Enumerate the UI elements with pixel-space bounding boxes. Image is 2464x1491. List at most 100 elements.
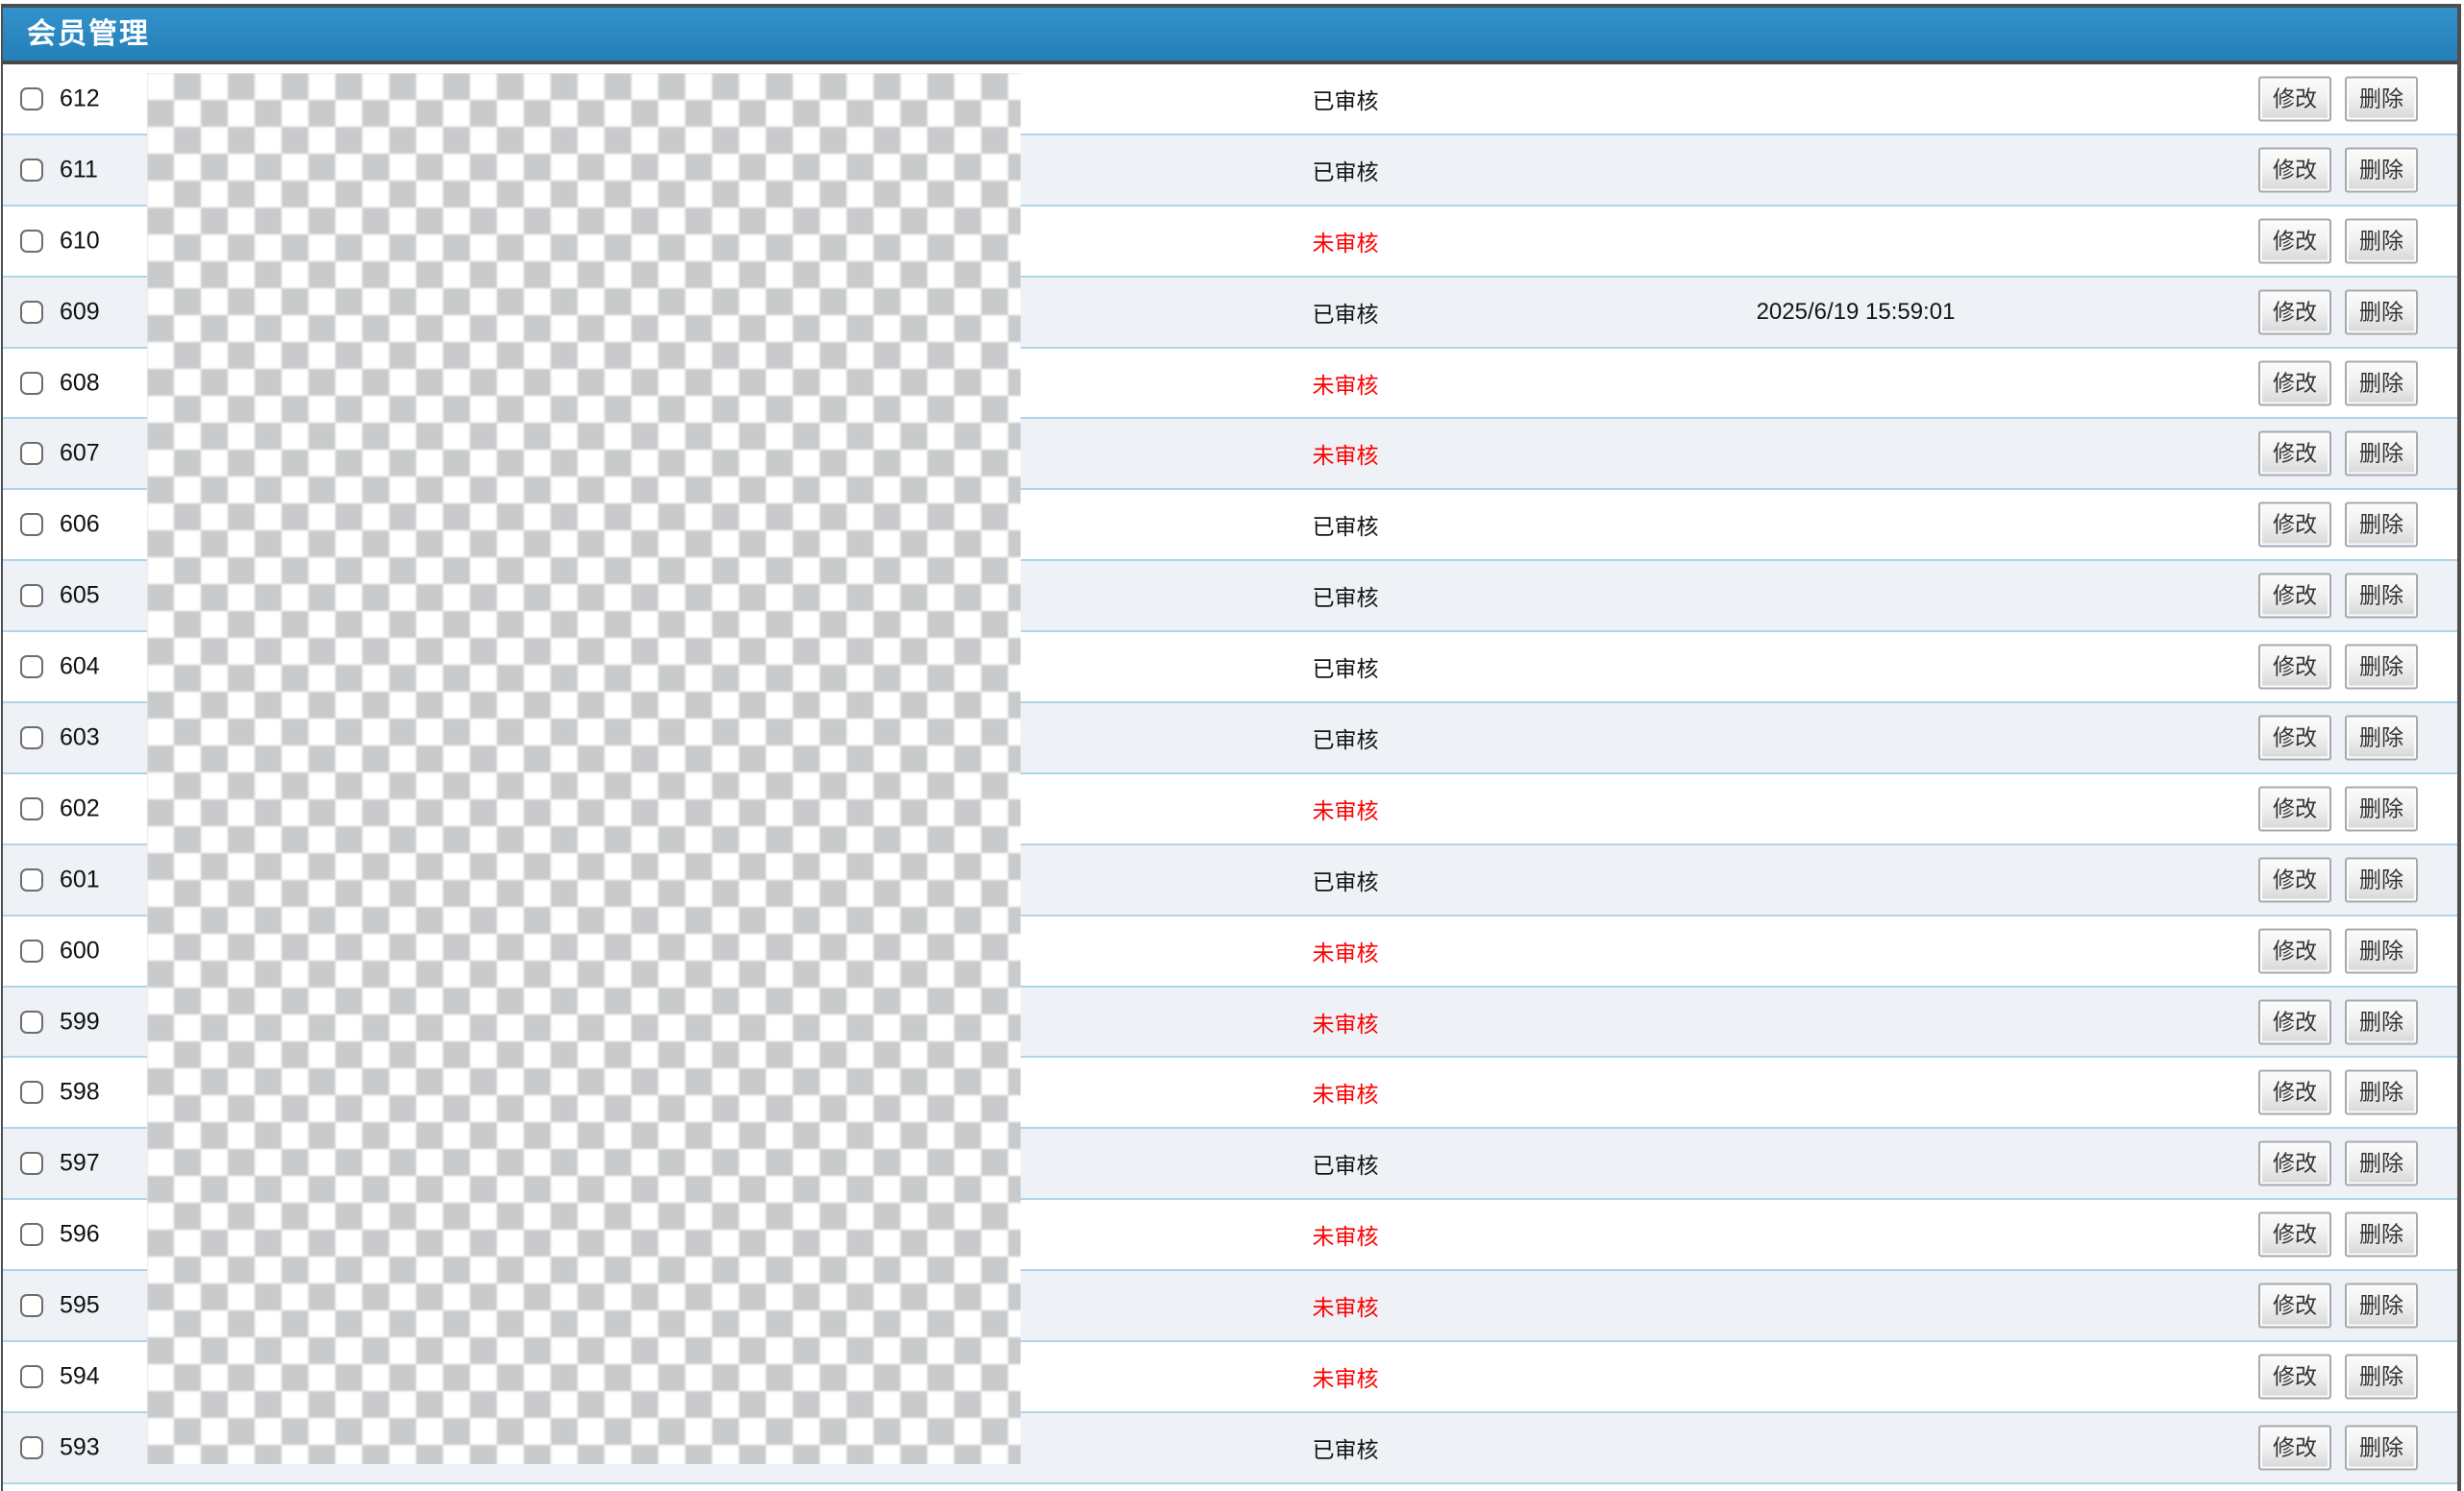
row-actions: 修改 删除 [2258,857,2418,902]
edit-button[interactable]: 修改 [2258,147,2331,192]
page-title: 会员管理 [3,8,150,61]
member-id: 605 [60,582,100,610]
edit-button[interactable]: 修改 [2258,76,2331,121]
audit-status-label: 已审核 [1278,1147,1413,1180]
row-actions: 修改 删除 [2258,786,2418,831]
row-actions: 修改 删除 [2258,1141,2418,1186]
delete-button[interactable]: 删除 [2345,218,2418,263]
panel-header: 会员管理 [3,8,2457,64]
row-checkbox[interactable] [20,159,43,182]
row-actions: 修改 删除 [2258,928,2418,973]
edit-button[interactable]: 修改 [2258,360,2331,405]
edit-button[interactable]: 修改 [2258,928,2331,973]
row-checkbox[interactable] [20,87,43,110]
edit-button[interactable]: 修改 [2258,715,2331,760]
member-id: 597 [60,1150,100,1178]
row-checkbox[interactable] [20,230,43,253]
row-checkbox[interactable] [20,726,43,749]
edit-button[interactable]: 修改 [2258,1070,2331,1115]
delete-button[interactable]: 删除 [2345,1283,2418,1329]
delete-button[interactable]: 删除 [2345,1141,2418,1186]
member-id: 594 [60,1362,100,1390]
member-id: 601 [60,866,100,893]
delete-button[interactable]: 删除 [2345,715,2418,760]
member-id: 599 [60,1008,100,1036]
row-actions: 修改 删除 [2258,1425,2418,1470]
member-id: 602 [60,794,100,822]
audit-status-label: 已审核 [1278,864,1413,896]
row-actions: 修改 删除 [2258,76,2418,121]
row-checkbox[interactable] [20,1223,43,1246]
edit-button[interactable]: 修改 [2258,289,2331,334]
delete-button[interactable]: 删除 [2345,574,2418,619]
row-checkbox[interactable] [20,301,43,324]
audit-status-label: 未审核 [1278,1360,1413,1393]
row-checkbox[interactable] [20,797,43,820]
member-id: 598 [60,1079,100,1107]
row-checkbox[interactable] [20,868,43,892]
row-actions: 修改 删除 [2258,1354,2418,1399]
delete-button[interactable]: 删除 [2345,786,2418,831]
audit-status-label: 未审核 [1278,935,1413,967]
delete-button[interactable]: 删除 [2345,76,2418,121]
row-checkbox[interactable] [20,372,43,395]
member-id: 611 [60,156,98,183]
edit-button[interactable]: 修改 [2258,218,2331,263]
edit-button[interactable]: 修改 [2258,1212,2331,1258]
edit-button[interactable]: 修改 [2258,645,2331,690]
edit-button[interactable]: 修改 [2258,1425,2331,1470]
delete-button[interactable]: 删除 [2345,502,2418,548]
audit-status-label: 未审核 [1278,1218,1413,1251]
audit-status-label: 未审核 [1278,225,1413,257]
delete-button[interactable]: 删除 [2345,1070,2418,1115]
edit-button[interactable]: 修改 [2258,1141,2331,1186]
row-checkbox[interactable] [20,1081,43,1104]
edit-button[interactable]: 修改 [2258,1283,2331,1329]
member-id: 600 [60,937,100,965]
row-checkbox[interactable] [20,1294,43,1317]
edit-button[interactable]: 修改 [2258,431,2331,477]
delete-button[interactable]: 删除 [2345,1212,2418,1258]
edit-button[interactable]: 修改 [2258,857,2331,902]
delete-button[interactable]: 删除 [2345,360,2418,405]
delete-button[interactable]: 删除 [2345,431,2418,477]
member-id: 607 [60,440,100,468]
member-id: 609 [60,298,100,326]
edit-button[interactable]: 修改 [2258,574,2331,619]
delete-button[interactable]: 删除 [2345,928,2418,973]
row-checkbox[interactable] [20,1152,43,1175]
audit-status-label: 未审核 [1278,437,1413,470]
row-actions: 修改 删除 [2258,1212,2418,1258]
row-checkbox[interactable] [20,442,43,465]
member-id: 603 [60,723,100,751]
row-checkbox[interactable] [20,584,43,607]
audit-status-label: 未审核 [1278,367,1413,400]
row-checkbox[interactable] [20,655,43,678]
edit-button[interactable]: 修改 [2258,999,2331,1044]
delete-button[interactable]: 删除 [2345,857,2418,902]
row-actions: 修改 删除 [2258,574,2418,619]
row-checkbox[interactable] [20,1365,43,1388]
member-id: 612 [60,85,100,112]
row-checkbox[interactable] [20,940,43,963]
delete-button[interactable]: 删除 [2345,1425,2418,1470]
edit-button[interactable]: 修改 [2258,786,2331,831]
row-actions: 修改 删除 [2258,999,2418,1044]
edit-button[interactable]: 修改 [2258,502,2331,548]
delete-button[interactable]: 删除 [2345,289,2418,334]
delete-button[interactable]: 删除 [2345,1354,2418,1399]
row-checkbox[interactable] [20,1436,43,1459]
row-checkbox[interactable] [20,1011,43,1034]
row-actions: 修改 删除 [2258,1283,2418,1329]
member-id: 596 [60,1221,100,1249]
delete-button[interactable]: 删除 [2345,645,2418,690]
audit-status-label: 已审核 [1278,721,1413,754]
member-management-panel: 会员管理 612 已审核 修改 删除 611 已审核 修改 删除 610 未审核… [1,4,2461,1491]
delete-button[interactable]: 删除 [2345,147,2418,192]
audit-status-label: 已审核 [1278,508,1413,541]
audit-status-label: 未审核 [1278,1006,1413,1039]
delete-button[interactable]: 删除 [2345,999,2418,1044]
audit-status-label: 已审核 [1278,650,1413,683]
edit-button[interactable]: 修改 [2258,1354,2331,1399]
row-checkbox[interactable] [20,513,43,536]
